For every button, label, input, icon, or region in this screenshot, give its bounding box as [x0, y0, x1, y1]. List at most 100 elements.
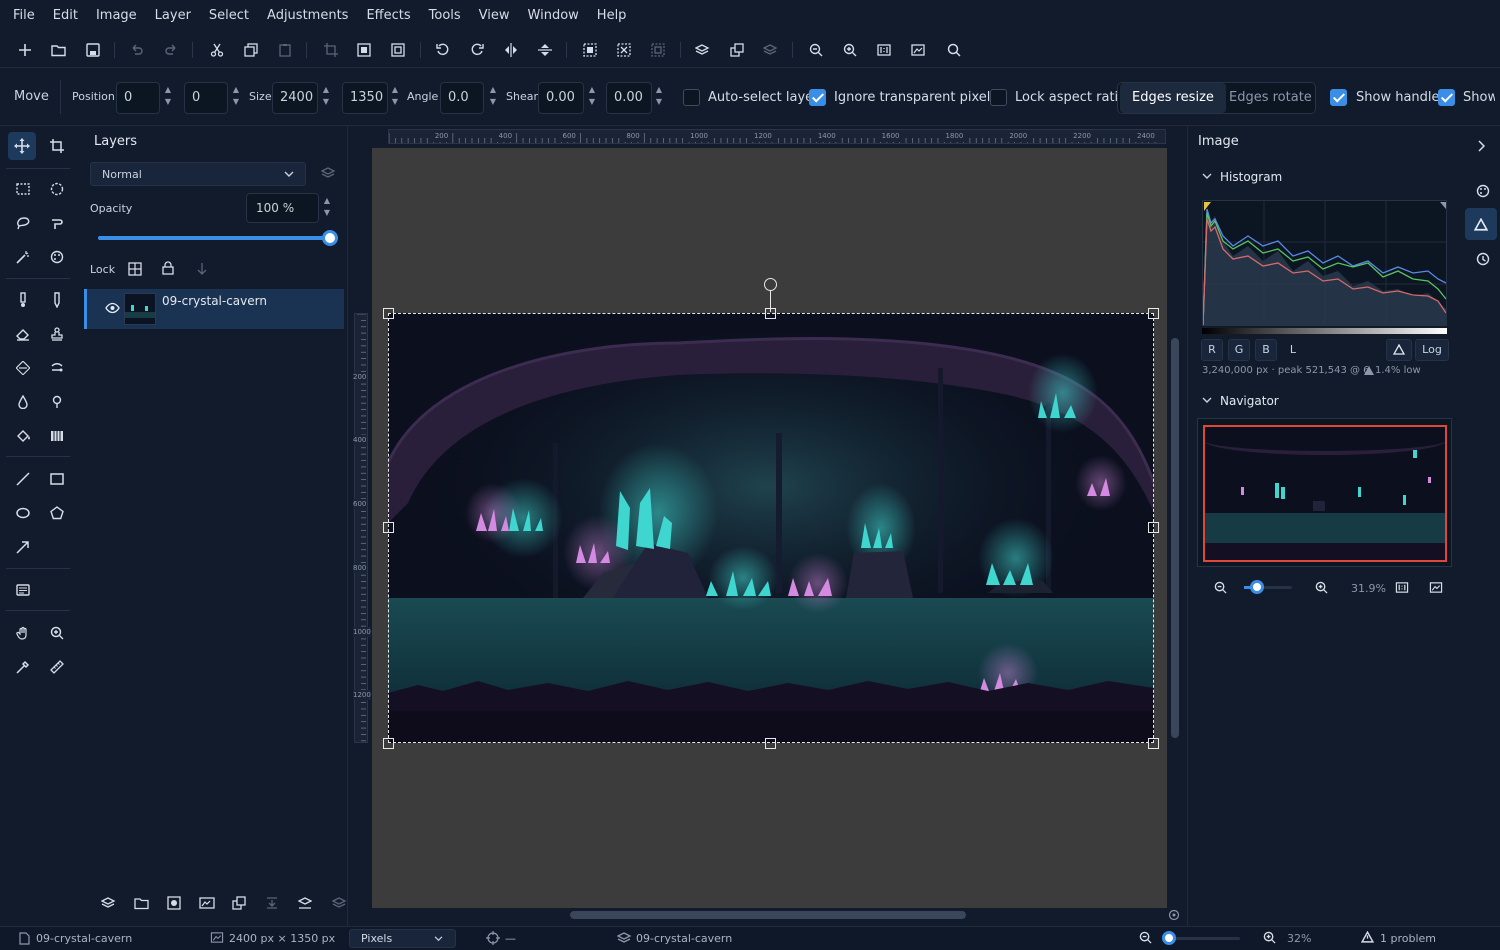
auto-select-layer-checkbox[interactable]: [683, 89, 700, 106]
rotate-left-icon[interactable]: [434, 41, 452, 59]
history-clock-icon[interactable]: [1476, 252, 1490, 266]
search-icon[interactable]: [945, 41, 963, 59]
menu-adjustments[interactable]: Adjustments: [258, 0, 357, 32]
edges-rotate-button[interactable]: Edges rotate: [1217, 83, 1324, 113]
shear-y-input[interactable]: 0.00: [606, 82, 652, 114]
clipping-warning-icon[interactable]: [1386, 339, 1412, 361]
actual-size-icon[interactable]: [875, 41, 893, 59]
navigator-fit-icon[interactable]: [1429, 581, 1443, 594]
undo-icon[interactable]: [128, 41, 146, 59]
histogram-panel-icon[interactable]: [1465, 208, 1497, 240]
new-group-icon[interactable]: [134, 896, 149, 910]
navigator-zoom-out-icon[interactable]: [1214, 581, 1227, 594]
rectangle-tool-icon[interactable]: [43, 465, 71, 493]
resize-handle-bottom-left[interactable]: [383, 738, 394, 749]
navigator-viewport-frame[interactable]: [1203, 425, 1447, 562]
resize-handle-top-right[interactable]: [1148, 308, 1159, 319]
resize-handle-bottom[interactable]: [765, 738, 776, 749]
height-stepper[interactable]: ▲ ▼: [389, 84, 401, 112]
brush-icon[interactable]: [9, 286, 37, 314]
cut-icon[interactable]: [208, 41, 226, 59]
status-zoom-out-icon[interactable]: [1139, 931, 1152, 944]
open-folder-icon[interactable]: [50, 41, 68, 59]
invert-selection-icon[interactable]: [649, 41, 667, 59]
lasso-icon[interactable]: [9, 209, 37, 237]
shear-x-input[interactable]: 0.00: [538, 82, 584, 114]
chevron-down-icon[interactable]: [1202, 173, 1212, 180]
line-tool-icon[interactable]: [9, 465, 37, 493]
navigator-zoom-slider[interactable]: [1244, 580, 1292, 594]
show-option-label[interactable]: Show: [1463, 82, 1495, 114]
problems-warning-icon[interactable]: [1361, 931, 1374, 943]
width-input[interactable]: 2400: [272, 82, 318, 114]
smudge-icon[interactable]: [43, 354, 71, 382]
polygon-tool-icon[interactable]: [43, 499, 71, 527]
layer-row[interactable]: 09-crystal-cavern: [84, 289, 344, 329]
resize-handle-bottom-right[interactable]: [1148, 738, 1159, 749]
angle-input[interactable]: 0.0: [440, 82, 484, 114]
menu-edit[interactable]: Edit: [44, 0, 87, 32]
duplicate-layer-panel-icon[interactable]: [232, 896, 246, 910]
flip-horizontal-icon[interactable]: [502, 41, 520, 59]
menu-help[interactable]: Help: [588, 0, 636, 32]
lock-icon[interactable]: [162, 261, 174, 275]
shear-y-stepper[interactable]: ▲ ▼: [653, 84, 665, 112]
lock-position-icon[interactable]: [196, 262, 208, 276]
copy-icon[interactable]: [242, 41, 260, 59]
paint-bucket-icon[interactable]: [9, 422, 37, 450]
zoom-out-icon[interactable]: [807, 41, 825, 59]
eraser-icon[interactable]: [9, 320, 37, 348]
navigator-preview[interactable]: [1197, 418, 1452, 567]
canvas-size-icon[interactable]: [389, 41, 407, 59]
fit-window-icon[interactable]: [909, 41, 927, 59]
color-select-icon[interactable]: [43, 243, 71, 271]
position-y-stepper[interactable]: ▲ ▼: [230, 84, 242, 112]
lock-aspect-checkbox[interactable]: [990, 89, 1007, 106]
menu-tools[interactable]: Tools: [420, 0, 470, 32]
menu-file[interactable]: File: [4, 0, 44, 32]
navigator-title[interactable]: Navigator: [1220, 394, 1279, 408]
channel-b-button[interactable]: B: [1255, 339, 1277, 361]
chevron-down-icon[interactable]: [1202, 397, 1212, 404]
status-zoom-in-icon[interactable]: [1263, 931, 1276, 944]
show-handles-label[interactable]: Show handles: [1356, 82, 1446, 114]
deselect-icon[interactable]: [615, 41, 633, 59]
resize-image-icon[interactable]: [355, 41, 373, 59]
measure-tool-icon[interactable]: [43, 653, 71, 681]
pan-hand-icon[interactable]: [9, 619, 37, 647]
paste-icon[interactable]: [276, 41, 294, 59]
horizontal-scroll-thumb[interactable]: [570, 911, 966, 919]
select-all-icon[interactable]: [581, 41, 599, 59]
rotate-right-icon[interactable]: [468, 41, 486, 59]
menu-select[interactable]: Select: [200, 0, 258, 32]
layer-mask-icon[interactable]: [167, 896, 181, 910]
opacity-slider-handle[interactable]: [322, 230, 338, 246]
adjustment-layer-icon[interactable]: [199, 896, 215, 910]
opacity-stepper[interactable]: ▲ ▼: [321, 195, 333, 223]
merge-layer-icon[interactable]: [762, 41, 780, 59]
eye-icon[interactable]: [105, 302, 120, 314]
navigator-zoom-handle[interactable]: [1249, 580, 1264, 594]
vertical-scroll-thumb[interactable]: [1171, 338, 1179, 738]
magnetic-lasso-icon[interactable]: [43, 209, 71, 237]
channel-g-button[interactable]: G: [1228, 339, 1250, 361]
redo-icon[interactable]: [162, 41, 180, 59]
menu-image[interactable]: Image: [87, 0, 146, 32]
crop-tool-icon[interactable]: [43, 132, 71, 160]
menu-effects[interactable]: Effects: [357, 0, 419, 32]
ellipse-tool-icon[interactable]: [9, 499, 37, 527]
add-layer-icon[interactable]: [694, 41, 712, 59]
merge-down-icon[interactable]: [265, 896, 279, 910]
rectangle-select-icon[interactable]: [9, 175, 37, 203]
menu-window[interactable]: Window: [519, 0, 588, 32]
transform-bounding-box[interactable]: [388, 313, 1154, 743]
text-tool-icon[interactable]: [9, 576, 37, 604]
position-x-stepper[interactable]: ▲ ▼: [162, 84, 174, 112]
auto-select-layer-label[interactable]: Auto-select layer: [708, 82, 819, 114]
opacity-slider[interactable]: [98, 230, 338, 246]
dodge-icon[interactable]: [43, 388, 71, 416]
lock-aspect-label[interactable]: Lock aspect ratio: [1015, 82, 1126, 114]
flatten-icon[interactable]: [298, 896, 312, 910]
chevron-right-icon[interactable]: [1477, 140, 1485, 152]
new-layer-icon[interactable]: [101, 896, 116, 910]
